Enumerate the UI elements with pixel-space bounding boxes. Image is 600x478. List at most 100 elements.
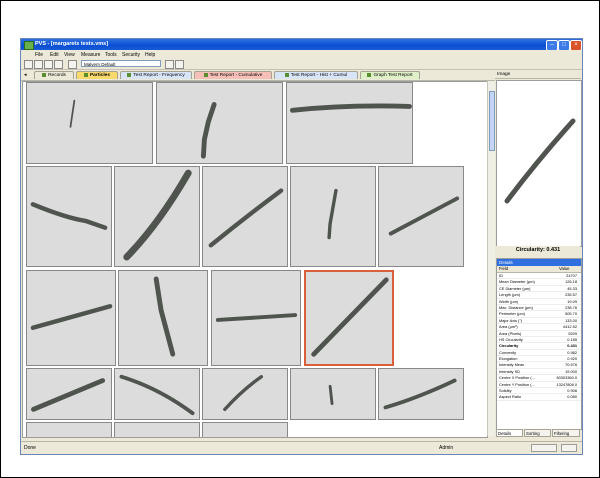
details-field: Convexity [499,349,517,355]
panel-tab-details[interactable]: Details [496,429,523,437]
particle-svg [208,188,284,248]
details-value: 0.982 [567,349,577,355]
details-field: Area (µm²) [499,324,518,330]
details-value: 70.576 [565,362,577,368]
particle-shape [388,196,460,236]
particle-shape [383,378,457,410]
details-field: Aspect Ratio [499,394,522,400]
save-icon[interactable] [44,60,53,69]
play-icon[interactable] [68,60,77,69]
particles-icon [83,72,88,77]
details-row: Aspect Ratio 0.080 [497,394,581,401]
graph-icon [367,72,372,77]
menu-measure[interactable]: Measure [81,52,100,58]
particle-thumbnail[interactable] [114,422,200,437]
particle-shape [31,378,106,412]
particle-thumbnail[interactable] [202,368,288,420]
particle-thumbnail[interactable] [26,166,112,267]
tab-frequency[interactable]: Test Report - Frequency [120,71,192,79]
tab-hist-cumul[interactable]: Test Report - Hist + Cumul [274,71,358,79]
tab-records[interactable]: Records [34,71,74,79]
particle-thumbnail-selected[interactable] [304,270,394,366]
details-field: HS Circularity [499,336,523,342]
particle-svg [30,202,108,230]
print-icon[interactable] [54,60,63,69]
particle-svg [327,188,338,240]
particle-thumbnail[interactable] [114,368,200,420]
sop-select[interactable]: Malvern Default [81,60,161,67]
tab-cumulative[interactable]: Test Report - Cumulative [194,71,272,79]
particle-shape [289,103,412,113]
window-title: PVS - [margarets tests.vms] [35,41,109,47]
details-field: Major Axis (°) [499,317,523,323]
particle-shape [119,374,195,416]
particle-svg [200,102,217,159]
menu-file[interactable]: File [35,52,43,58]
details-field: Intensity SD [499,368,520,374]
particle-thumbnail[interactable] [26,422,112,437]
report-icon [284,72,289,77]
details-value: 45.33 [567,285,577,291]
details-value: 50303360.0 [556,375,577,381]
particle-shape [223,375,264,412]
menu-edit[interactable]: Edit [50,52,59,58]
status-indicator [531,444,557,452]
particle-image [496,80,582,247]
details-value: 19.000 [565,368,577,374]
selected-particle-shape [504,118,576,204]
particle-thumbnail[interactable] [26,270,116,366]
particle-thumbnail[interactable] [156,82,283,164]
particle-thumbnail[interactable] [290,166,376,267]
tab-particles[interactable]: Particles [76,71,118,79]
details-value: 5209 [568,330,577,336]
details-value: 505.70 [565,311,577,317]
particle-thumbnail[interactable] [118,270,208,366]
details-field: Mean Diameter (µm) [499,279,535,285]
menu-view[interactable]: View [64,52,75,58]
tab-graph-report[interactable]: Graph Test Report [360,71,420,79]
particle-shape [69,99,76,128]
particle-thumbnail[interactable] [378,368,464,420]
panel-tabs: Details Sorting Filtering [496,429,580,438]
particle-thumbnail[interactable] [202,422,288,437]
particle-thumbnail[interactable] [290,368,376,420]
menu-tools[interactable]: Tools [105,52,117,58]
particle-shape [30,202,108,230]
menu-security[interactable]: Security [122,52,140,58]
particle-shape [215,313,298,322]
particle-svg [123,169,192,261]
run-icon[interactable] [165,60,174,69]
particle-thumbnail[interactable] [378,166,464,267]
status-user: Admin [439,445,454,451]
particle-thumbnail[interactable] [26,368,112,420]
particle-svg [311,277,389,357]
details-value: 0.431 [567,343,577,349]
toolbar: Malvern Default [21,59,582,70]
tab-scroll-left-icon[interactable]: ◂ [24,72,27,78]
new-icon[interactable] [24,60,33,69]
details-value: 0.185 [567,336,577,342]
app-icon [24,41,34,50]
particle-thumbnail[interactable] [202,166,288,267]
details-value: 13247808.0 [556,381,577,387]
particle-thumbnail[interactable] [286,82,413,164]
particle-thumbnail[interactable] [211,270,301,366]
details-field: Perimeter (µm) [499,311,526,317]
details-header: Field Value [497,266,581,273]
app-window: PVS - [margarets tests.vms] – □ × File E… [20,38,583,455]
menu-help[interactable]: Help [145,52,155,58]
particle-shape [30,304,113,330]
open-icon[interactable] [34,60,43,69]
particle-svg [328,384,334,406]
particle-svg [215,313,298,322]
particle-thumbnail[interactable] [26,82,153,164]
particle-image-svg [504,118,576,204]
panel-tab-filtering[interactable]: Filtering [552,429,580,437]
particle-thumbnail[interactable] [114,166,200,267]
panel-tab-sorting[interactable]: Sorting [524,429,551,437]
particle-shape [153,276,176,357]
stop-icon[interactable] [175,60,184,69]
details-field: Circularity [499,343,519,349]
particle-shape [123,169,192,261]
details-value: 19.09 [567,298,577,304]
